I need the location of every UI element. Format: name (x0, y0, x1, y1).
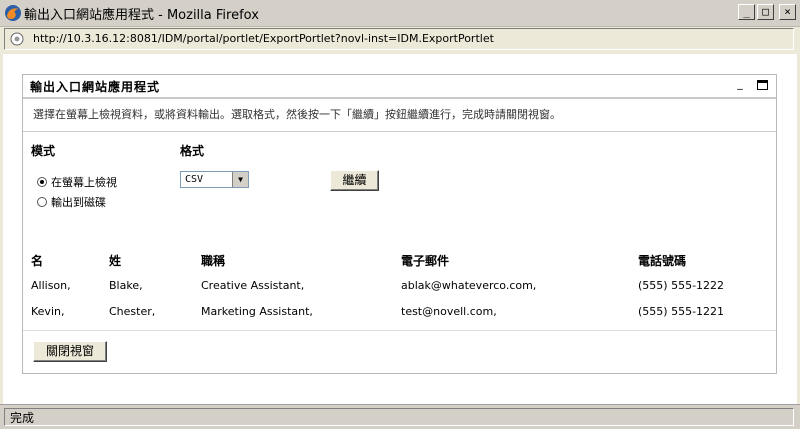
mode-option-disk[interactable]: 輸出到磁碟 (37, 194, 106, 210)
page-icon (10, 32, 24, 46)
cell-first-name: Kevin, (31, 305, 65, 318)
radio-selected-icon[interactable] (37, 177, 47, 187)
cell-email: test@novell.com, (401, 305, 497, 318)
portlet-header: 輸出入口網站應用程式 _ (23, 75, 776, 99)
status-panel (4, 408, 794, 426)
header-last-name: 姓 (109, 254, 122, 268)
portlet-title: 輸出入口網站應用程式 (30, 80, 161, 94)
instruction-text: 選擇在螢幕上檢視資料，或將資料輸出。選取格式，然後按一下「繼續」按鈕繼續進行，完… (33, 108, 561, 121)
cell-title: Creative Assistant, (201, 279, 305, 292)
divider (23, 330, 776, 331)
radio-unselected-icon[interactable] (37, 197, 47, 207)
window-controls: _ □ × (738, 4, 796, 22)
cell-title: Marketing Assistant, (201, 305, 313, 318)
mode-option-label: 在螢幕上檢視 (51, 176, 117, 189)
mode-option-screen[interactable]: 在螢幕上檢視 (37, 174, 117, 190)
format-select[interactable]: CSV ▼ (180, 171, 249, 188)
header-title: 職稱 (201, 254, 226, 268)
header-first-name: 名 (31, 254, 44, 268)
cell-last-name: Blake, (109, 279, 143, 292)
title-bar: 輸出入口網站應用程式 - Mozilla Firefox _ □ × (0, 0, 800, 27)
maximize-icon[interactable]: □ (757, 4, 774, 20)
format-label: 格式 (180, 144, 205, 158)
page-content: 輸出入口網站應用程式 _ 選擇在螢幕上檢視資料，或將資料輸出。選取格式，然後按一… (3, 54, 797, 404)
cell-email: ablak@whateverco.com, (401, 279, 537, 292)
browser-window: 輸出入口網站應用程式 - Mozilla Firefox _ □ × http:… (0, 0, 800, 429)
cell-first-name: Allison, (31, 279, 71, 292)
url-text: http://10.3.16.12:8081/IDM/portal/portle… (33, 32, 494, 45)
header-email: 電子郵件 (401, 254, 450, 268)
close-window-button[interactable]: 關閉視窗 (33, 341, 107, 362)
cell-phone: (555) 555-1221 (638, 305, 725, 318)
window-title: 輸出入口網站應用程式 - Mozilla Firefox (24, 8, 259, 23)
url-bar[interactable]: http://10.3.16.12:8081/IDM/portal/portle… (4, 28, 794, 50)
mode-label: 模式 (31, 144, 56, 158)
cell-phone: (555) 555-1222 (638, 279, 725, 292)
status-bar: 完成 (0, 404, 800, 429)
cell-last-name: Chester, (109, 305, 156, 318)
portlet-minimize-icon[interactable]: _ (734, 78, 746, 90)
chevron-down-icon[interactable]: ▼ (232, 172, 248, 187)
portlet-maximize-icon[interactable] (757, 80, 768, 90)
export-portlet: 輸出入口網站應用程式 _ 選擇在螢幕上檢視資料，或將資料輸出。選取格式，然後按一… (22, 74, 777, 374)
divider (23, 131, 776, 132)
minimize-icon[interactable]: _ (738, 4, 755, 20)
firefox-icon (5, 5, 21, 21)
format-select-value: CSV (185, 174, 204, 185)
continue-button[interactable]: 繼續 (330, 170, 379, 191)
mode-option-label: 輸出到磁碟 (51, 196, 106, 209)
header-phone: 電話號碼 (638, 254, 687, 268)
close-icon[interactable]: × (779, 4, 796, 20)
status-text: 完成 (10, 411, 35, 425)
